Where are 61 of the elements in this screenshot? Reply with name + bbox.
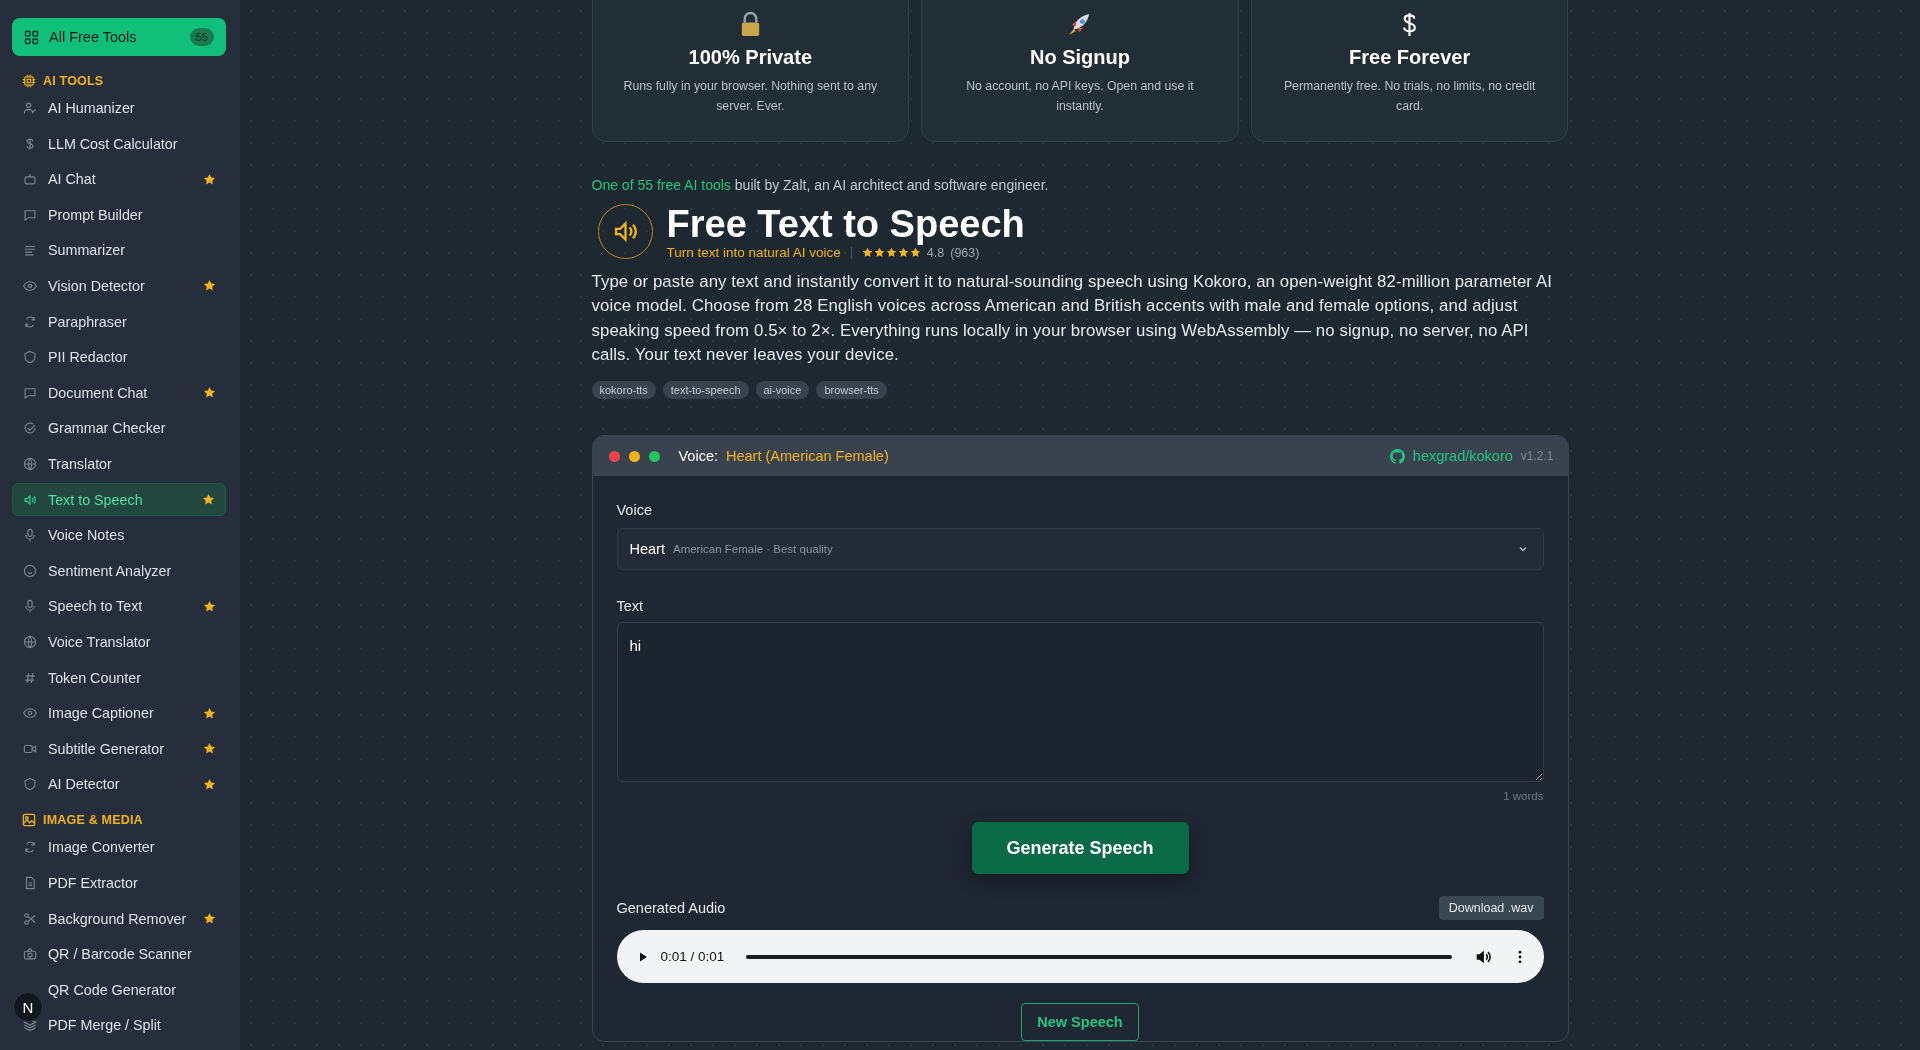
sidebar-item[interactable]: Image Converter xyxy=(23,837,216,858)
sidebar-item[interactable]: QR / Barcode Scanner xyxy=(23,944,216,965)
sidebar-item[interactable]: Translator xyxy=(23,453,216,474)
feature-title: No Signup xyxy=(1030,46,1130,69)
sidebar-item[interactable]: LLM Cost Calculator xyxy=(23,133,216,154)
avatar[interactable]: N xyxy=(13,992,43,1022)
sidebar-item[interactable]: Prompt Builder xyxy=(23,204,216,225)
new-speech-button[interactable]: New Speech xyxy=(1021,1003,1139,1042)
voice-select[interactable]: Heart American Female · Best quality xyxy=(616,528,1544,571)
sidebar-item[interactable]: Image Captioner xyxy=(23,703,216,724)
generate-button[interactable]: Generate Speech xyxy=(971,822,1189,875)
tools-link[interactable]: One of 55 free AI tools xyxy=(591,177,731,193)
download-button[interactable]: Download .wav xyxy=(1438,896,1544,921)
intro-text: built by Zalt, an AI architect and software engineer. xyxy=(734,177,1049,193)
tag[interactable]: text-to-speech xyxy=(662,381,749,400)
tag[interactable]: kokoro-tts xyxy=(591,381,656,400)
feature-title: 100% Private xyxy=(688,46,813,69)
rating-value: 4.8 xyxy=(926,245,945,260)
sidebar-item[interactable]: Background Remover xyxy=(23,908,216,929)
text-input[interactable]: hi xyxy=(616,622,1544,783)
sidebar-item[interactable]: Voice Translator xyxy=(23,631,216,652)
tag[interactable]: ai-voice xyxy=(755,381,810,400)
field-label: Voice xyxy=(616,502,653,519)
voice-label: Voice: xyxy=(678,448,718,465)
repo-link[interactable]: hexgrad/kokoro xyxy=(1412,448,1513,465)
subtitle: Turn text into natural AI voice xyxy=(666,245,841,260)
sidebar-item[interactable]: PII Redactor xyxy=(23,347,216,368)
section-title: AI TOOLS xyxy=(43,74,104,88)
sidebar-item[interactable]: Text to Speech xyxy=(12,483,226,517)
sidebar-item[interactable]: Token Counter xyxy=(23,667,216,688)
sidebar-item[interactable]: Voice Notes xyxy=(23,525,216,546)
sidebar-item[interactable]: Paraphraser xyxy=(23,311,216,332)
sidebar-item[interactable]: Grammar Checker xyxy=(23,418,216,439)
sidebar-item[interactable]: AI Detector xyxy=(23,774,216,795)
sidebar-item[interactable]: AI Chat xyxy=(23,169,216,190)
feature-text: No account, no API keys. Open and use it instantly. xyxy=(965,78,1195,115)
sidebar-item[interactable]: PDF Extractor xyxy=(23,872,216,893)
count-badge: 55 xyxy=(189,28,214,46)
field-label: Text xyxy=(616,598,645,615)
sidebar-item[interactable]: Speech to Text xyxy=(23,596,216,617)
description: Type or paste any text and instantly convert it to natural-sounding speech using Kokoro, an open-weight 82-million parameter AI voice model. Choose from 28 English voices across American and British accents with male and female options, and adjust speaking speed from 0.5× to 2×. Everything runs locally in your browser using WebAssembly — no signup, no server, no API calls. Your text never leaves your device. xyxy=(591,271,1553,366)
page-title: Free Text to Speech xyxy=(666,203,1025,245)
sidebar-item[interactable]: Sentiment Analyzer xyxy=(23,560,216,581)
all-tools-button[interactable]: All Free Tools 55 xyxy=(12,18,226,56)
voice-value: Heart (American Female) xyxy=(726,448,889,465)
word-count: 1 words xyxy=(1503,790,1544,803)
sidebar-item[interactable]: QR Code Generator xyxy=(48,979,216,1000)
sidebar-item[interactable]: Document Chat xyxy=(23,382,216,403)
review-count: (963) xyxy=(950,245,980,260)
feature-text: Runs fully in your browser. Nothing sent to any server. Ever. xyxy=(622,78,879,115)
feature-title: Free Forever xyxy=(1349,46,1471,69)
tag[interactable]: browser-tts xyxy=(816,381,887,400)
feature-text: Permanently free. No trials, no limits, no credit card. xyxy=(1282,78,1537,115)
audio-label: Generated Audio xyxy=(616,900,726,917)
audio-time: 0:01 / 0:01 xyxy=(660,949,725,965)
sidebar-item[interactable]: Subtitle Generator xyxy=(23,738,216,759)
sidebar-item[interactable]: Vision Detector xyxy=(23,275,216,296)
sidebar-item[interactable]: AI Humanizer xyxy=(23,98,216,118)
section-title: IMAGE & MEDIA xyxy=(43,813,143,828)
version-label: v1.2.1 xyxy=(1520,449,1554,464)
sidebar-item[interactable]: Summarizer xyxy=(23,240,216,261)
